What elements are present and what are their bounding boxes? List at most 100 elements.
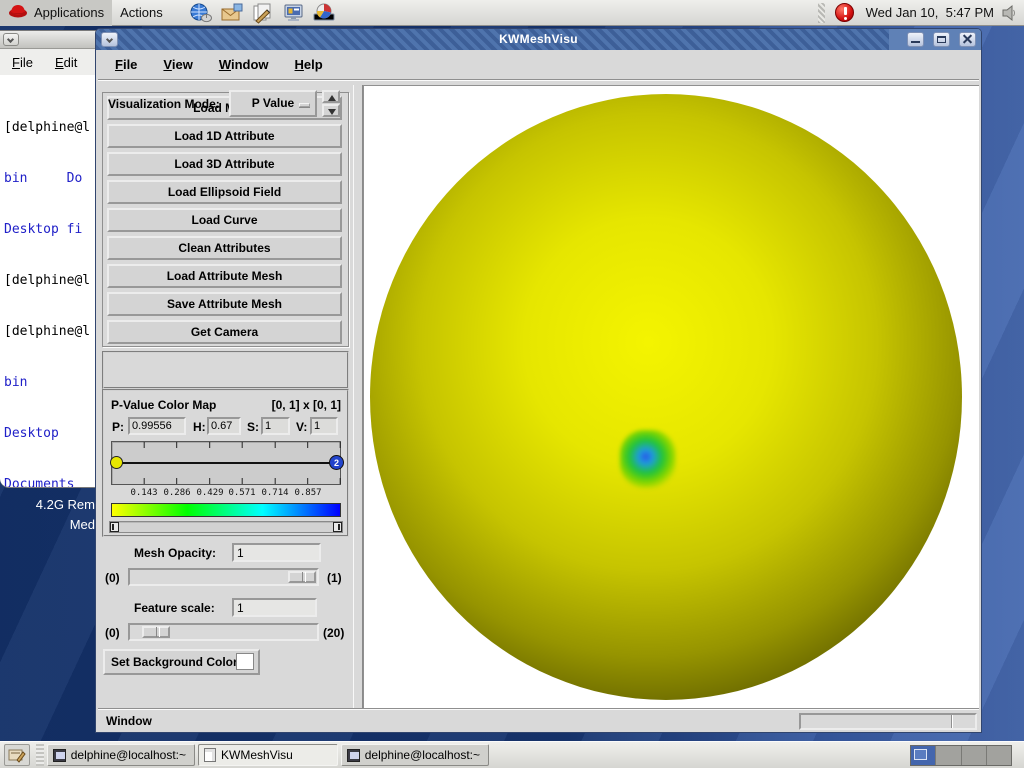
mesh-opacity-handle[interactable] — [288, 571, 316, 583]
menu-view[interactable]: View — [159, 54, 204, 75]
minimize-icon — [911, 41, 920, 43]
window-shade-button[interactable] — [3, 33, 19, 46]
task-label: delphine@localhost:~ — [70, 748, 186, 762]
actions-menu[interactable]: Actions — [112, 0, 171, 26]
slider-handle-1[interactable] — [110, 456, 123, 469]
slider-handle-2[interactable]: 2 — [329, 455, 344, 470]
spinner-up-button[interactable] — [322, 90, 340, 103]
workspace-1[interactable] — [911, 746, 937, 765]
update-alert-icon[interactable] — [834, 3, 854, 22]
task-label: delphine@localhost:~ — [364, 748, 480, 762]
alert-exclamation — [843, 7, 847, 15]
document-icon — [204, 748, 216, 762]
menu-file[interactable]: File — [111, 54, 149, 75]
charts-icon[interactable] — [313, 2, 337, 24]
colormap-gradient-bar — [111, 503, 341, 517]
alert-exclamation-dot — [843, 17, 847, 20]
v-field-label: V: — [296, 420, 308, 434]
window-titlebar[interactable]: KWMeshVisu — [96, 29, 981, 50]
mesh-opacity-input[interactable] — [232, 543, 321, 562]
range-handle-right[interactable] — [333, 522, 342, 532]
save-attribute-mesh-button[interactable]: Save Attribute Mesh — [107, 292, 342, 316]
workspace-4[interactable] — [987, 746, 1011, 765]
desktop-icon-label-line1: 4.2G Rem — [35, 497, 95, 512]
tick-label: 0.143 — [130, 488, 158, 498]
p-field-label: P: — [112, 420, 124, 434]
visualization-mode-value: P Value — [251, 96, 295, 110]
s-field-input[interactable] — [261, 417, 290, 435]
arrow-up-icon — [328, 95, 336, 101]
load-1d-attribute-button[interactable]: Load 1D Attribute — [107, 124, 342, 148]
tick-label: 0.286 — [163, 488, 191, 498]
terminal-menu-edit[interactable]: Edit — [55, 55, 77, 70]
spinner-down-button[interactable] — [322, 104, 340, 117]
tick-marks-top — [112, 442, 341, 448]
task-label: KWMeshVisu — [221, 748, 293, 762]
taskbar-drag-handle[interactable] — [36, 744, 44, 766]
desktop-icon-label[interactable]: 4.2G Rem Med — [0, 495, 95, 535]
presentation-icon[interactable] — [282, 2, 306, 24]
attribute-spot — [620, 430, 676, 488]
minimize-button[interactable] — [907, 32, 924, 47]
option-menu-dash-icon — [299, 103, 310, 107]
load-3d-attribute-button[interactable]: Load 3D Attribute — [107, 152, 342, 176]
v-field-input[interactable] — [310, 417, 338, 435]
show-desktop-icon — [8, 749, 26, 763]
taskbar: delphine@localhost:~ KWMeshVisu delphine… — [0, 741, 1024, 768]
kwmeshvisu-window: KWMeshVisu File View Window Help Load Me… — [95, 28, 982, 733]
maximize-icon — [937, 36, 946, 43]
terminal-menu-file[interactable]: File — [12, 55, 33, 70]
render-viewport[interactable] — [363, 85, 979, 708]
redhat-icon — [8, 2, 28, 23]
show-desktop-button[interactable] — [4, 744, 30, 766]
background-color-swatch — [236, 653, 254, 670]
load-curve-button[interactable]: Load Curve — [107, 208, 342, 232]
applications-menu[interactable]: Applications — [0, 0, 113, 26]
mesh-opacity-slider[interactable] — [128, 568, 319, 586]
slider-track-line — [112, 462, 340, 464]
h-field-input[interactable] — [207, 417, 241, 435]
feature-scale-slider[interactable] — [128, 623, 319, 641]
desktop-icon-label-line2: Med — [69, 517, 95, 532]
colormap-frame: P-Value Color Map [0, 1] x [0, 1] P: H: … — [102, 389, 349, 537]
range-handle-left[interactable] — [110, 522, 119, 532]
get-camera-button[interactable]: Get Camera — [107, 320, 342, 344]
colormap-title: P-Value Color Map — [111, 398, 217, 412]
volume-icon[interactable] — [1000, 4, 1018, 22]
web-browser-icon[interactable] — [189, 2, 213, 24]
visualization-mode-label: Visualization Mode: — [108, 97, 220, 111]
workspace-3[interactable] — [962, 746, 987, 765]
workspace-2[interactable] — [936, 746, 962, 765]
s-field-label: S: — [247, 420, 259, 434]
colormap-point-slider[interactable]: 2 — [110, 441, 344, 485]
maximize-button[interactable] — [933, 32, 950, 47]
mesh-opacity-min: (0) — [105, 571, 120, 585]
load-attribute-mesh-button[interactable]: Load Attribute Mesh — [107, 264, 342, 288]
feature-scale-max: (20) — [323, 626, 345, 640]
email-icon[interactable] — [220, 2, 244, 24]
clean-attributes-button[interactable]: Clean Attributes — [107, 236, 342, 260]
feature-scale-input[interactable] — [232, 598, 317, 617]
applications-label: Applications — [34, 5, 105, 20]
p-field-input[interactable] — [128, 417, 186, 435]
set-background-color-button[interactable]: Set Background Color — [103, 649, 260, 675]
workspace-switcher — [910, 745, 1012, 766]
feature-scale-handle[interactable] — [142, 626, 170, 638]
task-terminal-2[interactable]: delphine@localhost:~ — [341, 744, 489, 766]
visualization-mode-dropdown[interactable]: P Value — [229, 90, 317, 117]
top-panel: Applications Actions Wed Jan 10, 5:47 PM — [0, 0, 1024, 26]
menu-window[interactable]: Window — [215, 54, 281, 75]
close-button[interactable] — [959, 32, 976, 47]
task-kwmeshvisu[interactable]: KWMeshVisu — [198, 744, 338, 766]
app-menubar: File View Window Help — [98, 51, 979, 78]
menu-help[interactable]: Help — [291, 54, 335, 75]
documents-icon[interactable] — [251, 2, 275, 24]
load-ellipsoid-field-button[interactable]: Load Ellipsoid Field — [107, 180, 342, 204]
clock[interactable]: Wed Jan 10, 5:47 PM — [860, 5, 1000, 20]
task-terminal-1[interactable]: delphine@localhost:~ — [47, 744, 195, 766]
panel-sash[interactable] — [353, 85, 363, 708]
panel-drag-handle[interactable] — [817, 2, 825, 23]
feature-scale-min: (0) — [105, 626, 120, 640]
tick-label: 0.429 — [196, 488, 224, 498]
colormap-range-slider[interactable] — [109, 521, 343, 533]
